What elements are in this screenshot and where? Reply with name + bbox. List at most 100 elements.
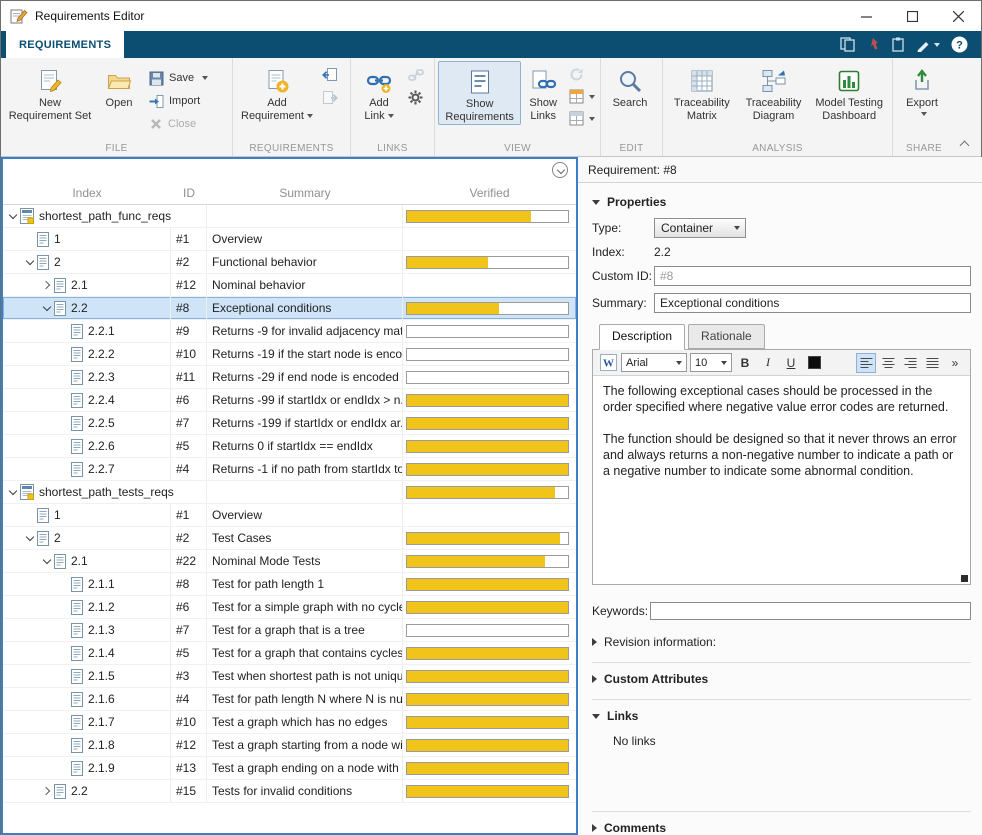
custom-attributes-header[interactable]: Custom Attributes: [592, 662, 971, 686]
view-options-button[interactable]: [552, 162, 568, 178]
column-view-button[interactable]: [569, 89, 595, 104]
tree-row[interactable]: shortest_path_func_reqs: [3, 205, 576, 228]
tree-row[interactable]: 2.1.9#13Test a graph ending on a node wi…: [3, 757, 576, 780]
maximize-button[interactable]: [889, 1, 935, 31]
clipboard-icon[interactable]: [891, 37, 905, 52]
pen-icon[interactable]: [916, 37, 940, 52]
type-label: Type:: [592, 221, 654, 235]
promote-requirement-button[interactable]: [322, 67, 338, 83]
font-family-select[interactable]: Arial: [621, 353, 687, 372]
column-header-verified[interactable]: Verified: [403, 186, 576, 200]
bold-button[interactable]: B: [735, 353, 755, 373]
tree-collapse-icon[interactable]: [6, 209, 20, 223]
keywords-input[interactable]: [650, 602, 971, 620]
tree-expand-icon[interactable]: [40, 278, 54, 292]
properties-section-header[interactable]: Properties: [592, 195, 971, 209]
align-center-button[interactable]: [878, 353, 898, 373]
tree-row[interactable]: 2.2.3#11Returns -29 if end node is encod…: [3, 366, 576, 389]
tree-row[interactable]: 2.2.4#6Returns -99 if startIdx or endIdx…: [3, 389, 576, 412]
tab-requirements[interactable]: REQUIREMENTS: [6, 31, 124, 58]
tree-collapse-icon[interactable]: [6, 485, 20, 499]
traceability-matrix-button[interactable]: Traceability Matrix: [666, 61, 738, 123]
font-size-select[interactable]: 10: [690, 353, 732, 372]
open-in-word-button[interactable]: W: [598, 353, 618, 373]
type-dropdown[interactable]: Container: [654, 218, 746, 238]
tree-collapse-icon[interactable]: [40, 301, 54, 315]
new-requirement-set-button[interactable]: New Requirement Set: [4, 61, 96, 123]
tree-row[interactable]: 2#2Test Cases: [3, 527, 576, 550]
tree-collapse-icon[interactable]: [23, 255, 37, 269]
requirement-icon: [71, 600, 83, 615]
add-requirement-button[interactable]: Add Requirement: [236, 61, 318, 123]
align-right-button[interactable]: [900, 353, 920, 373]
tree-row[interactable]: 2.1.4#5Test for a graph that contains cy…: [3, 642, 576, 665]
revision-information-header[interactable]: Revision information:: [592, 635, 971, 649]
demote-requirement-button[interactable]: [322, 90, 338, 106]
tree-row[interactable]: 2.1.5#3Test when shortest path is not un…: [3, 665, 576, 688]
summary-input[interactable]: [654, 293, 971, 313]
underline-button[interactable]: U: [781, 353, 801, 373]
open-button[interactable]: Open: [96, 61, 142, 110]
toolbar-overflow-button[interactable]: »: [945, 353, 965, 373]
tree-row[interactable]: 2.1.7#10Test a graph which has no edges: [3, 711, 576, 734]
tree-row[interactable]: 2.1.6#4Test for path length N where N is…: [3, 688, 576, 711]
tree-row[interactable]: 2.1.8#12Test a graph starting from a nod…: [3, 734, 576, 757]
align-justify-button[interactable]: [922, 353, 942, 373]
comments-header[interactable]: Comments: [592, 811, 971, 835]
tree-row[interactable]: 2#2Functional behavior: [3, 251, 576, 274]
traceability-diagram-button[interactable]: Traceability Diagram: [738, 61, 810, 123]
tree-row[interactable]: 2.1#22Nominal Mode Tests: [3, 550, 576, 573]
text-color-button[interactable]: [804, 353, 824, 373]
row-verified: [403, 458, 576, 480]
help-icon[interactable]: ?: [951, 36, 968, 53]
links-header[interactable]: Links: [592, 699, 971, 723]
tree-row[interactable]: 2.2.7#4Returns -1 if no path from startI…: [3, 458, 576, 481]
tree-expand-icon[interactable]: [40, 784, 54, 798]
tree-row[interactable]: 2.2.6#5Returns 0 if startIdx == endIdx: [3, 435, 576, 458]
tree-row[interactable]: 1#1Overview: [3, 228, 576, 251]
tree-row[interactable]: shortest_path_tests_reqs: [3, 481, 576, 504]
copy-icon[interactable]: [840, 37, 855, 52]
row-summary: Returns -19 if the start node is encod..…: [207, 343, 403, 365]
column-header-id[interactable]: ID: [171, 186, 207, 200]
tree-row[interactable]: 1#1Overview: [3, 504, 576, 527]
close-file-button[interactable]: Close: [146, 115, 211, 133]
tree-row[interactable]: 2.2#8Exceptional conditions: [3, 297, 576, 320]
description-text[interactable]: The following exceptional cases should b…: [593, 376, 970, 584]
column-header-index[interactable]: Index: [3, 186, 171, 200]
search-button[interactable]: Search: [604, 61, 656, 110]
show-requirements-button[interactable]: Show Requirements: [438, 61, 521, 125]
save-button[interactable]: Save: [146, 69, 211, 87]
tree-row[interactable]: 2.1.1#8Test for path length 1: [3, 573, 576, 596]
tree-collapse-icon[interactable]: [23, 531, 37, 545]
add-link-button[interactable]: Add Link: [354, 61, 404, 123]
tree-row[interactable]: 2.1.3#7Test for a graph that is a tree: [3, 619, 576, 642]
delete-link-button[interactable]: [408, 67, 424, 83]
link-settings-button[interactable]: [408, 90, 424, 105]
collapse-ribbon-button[interactable]: [958, 138, 972, 150]
tab-description[interactable]: Description: [599, 324, 685, 350]
table-view-button[interactable]: [569, 111, 595, 126]
tree-row[interactable]: 2.1#12Nominal behavior: [3, 274, 576, 297]
tree-row[interactable]: 2.2.1#9Returns -9 for invalid adjacency …: [3, 320, 576, 343]
pin-icon[interactable]: [866, 37, 880, 52]
model-testing-dashboard-button[interactable]: Model Testing Dashboard: [809, 61, 889, 123]
custom-id-input[interactable]: [654, 266, 971, 286]
minimize-button[interactable]: [843, 1, 889, 31]
tab-rationale[interactable]: Rationale: [688, 324, 765, 349]
row-id: #8: [171, 297, 207, 319]
close-button[interactable]: [935, 1, 981, 31]
column-header-summary[interactable]: Summary: [207, 186, 403, 200]
editor-resize-grip[interactable]: [961, 575, 968, 582]
export-button[interactable]: Export: [896, 61, 948, 116]
tree-row[interactable]: 2.2.2#10Returns -19 if the start node is…: [3, 343, 576, 366]
import-button[interactable]: Import: [146, 92, 211, 110]
align-left-button[interactable]: [856, 353, 876, 373]
tree-row[interactable]: 2.2.5#7Returns -199 if startIdx or endId…: [3, 412, 576, 435]
italic-button[interactable]: I: [758, 353, 778, 373]
tree-row[interactable]: 2.2#15Tests for invalid conditions: [3, 780, 576, 803]
tree-row[interactable]: 2.1.2#6Test for a simple graph with no c…: [3, 596, 576, 619]
tree-collapse-icon[interactable]: [40, 554, 54, 568]
refresh-button[interactable]: [569, 67, 595, 82]
show-links-button[interactable]: Show Links: [521, 61, 565, 123]
